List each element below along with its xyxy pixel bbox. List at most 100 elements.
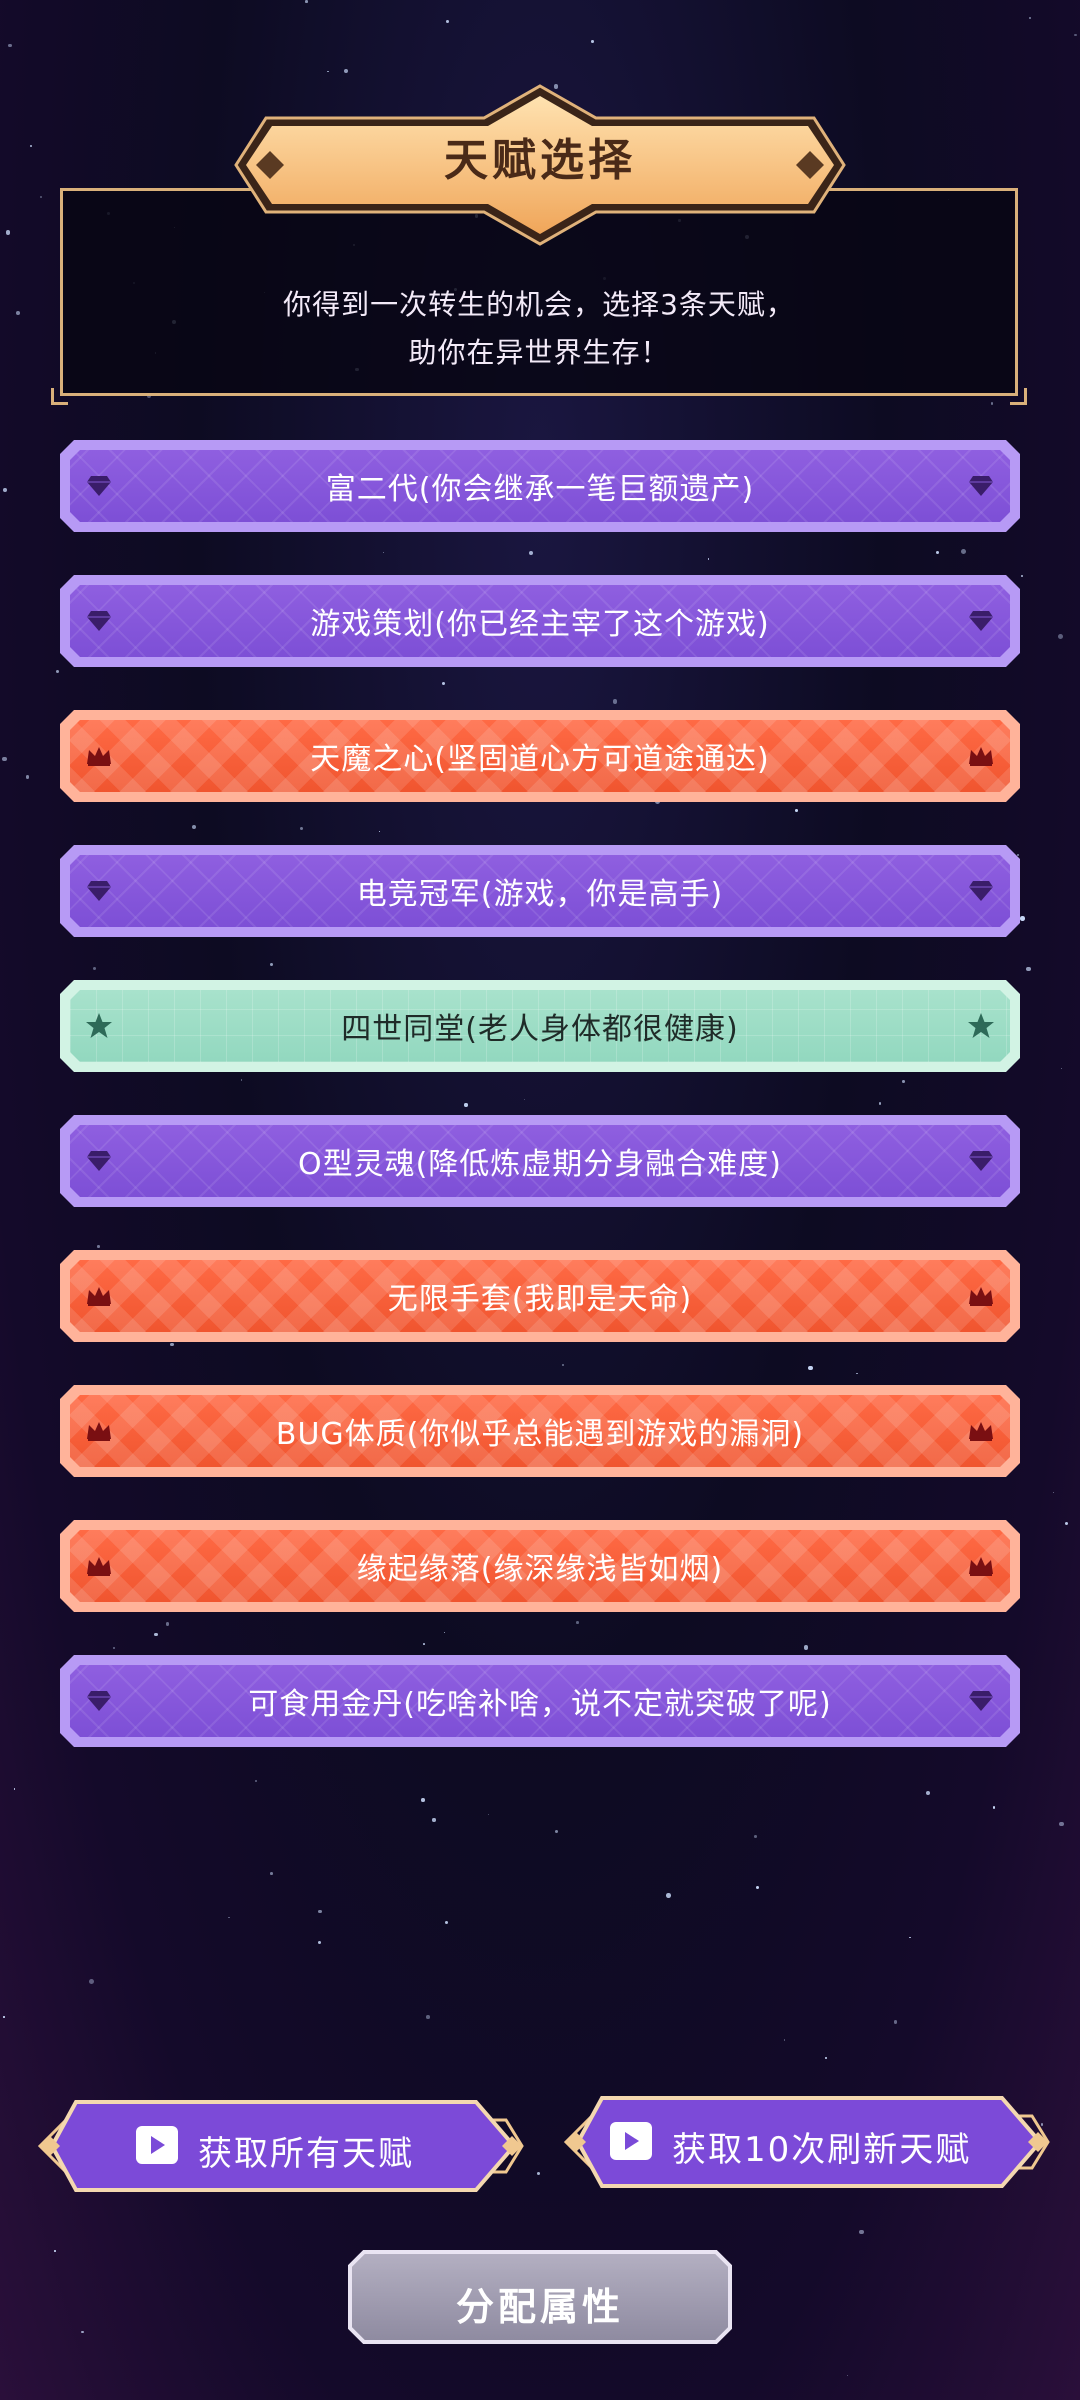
star-dot — [707, 557, 710, 560]
intro-description: 你得到一次转生的机会，选择3条天赋， 助你在异世界生存！ — [63, 281, 1015, 377]
star-dot — [5, 229, 11, 235]
talent-label: 天魔之心(坚固道心方可道途通达) — [310, 742, 770, 777]
crown-icon — [966, 741, 996, 771]
gem-icon — [966, 471, 996, 501]
star-dot — [803, 1645, 809, 1650]
talent-label: 缘起缘落(缘深缘浅皆如烟) — [356, 1552, 724, 1587]
star-dot — [13, 1788, 16, 1790]
star-dot — [1074, 33, 1077, 37]
talent-option[interactable]: 富二代(你会继承一笔巨额遗产) — [60, 440, 1020, 532]
crown-icon — [84, 1416, 114, 1446]
talent-option[interactable]: 游戏策划(你已经主宰了这个游戏) — [60, 575, 1020, 667]
gem-icon — [966, 1146, 996, 1176]
star-dot — [3, 488, 7, 492]
talent-label: 游戏策划(你已经主宰了这个游戏) — [310, 607, 770, 642]
star-dot — [1026, 967, 1031, 972]
title-plate: 天赋选择 — [224, 80, 856, 250]
star-dot — [97, 1245, 100, 1248]
star-dot — [382, 551, 384, 554]
star-dot — [524, 1098, 526, 1100]
star-dot — [856, 1372, 859, 1375]
star-dot — [446, 20, 450, 24]
talent-option[interactable]: 可食用金丹(吃啥补啥，说不定就突破了呢) — [60, 1655, 1020, 1747]
star-dot — [925, 1790, 931, 1796]
star-dot — [795, 809, 798, 813]
star-dot — [8, 43, 12, 48]
intro-line-1: 你得到一次转生的机会，选择3条天赋， — [283, 288, 795, 321]
talent-label: BUG体质(你似乎总能遇到游戏的漏洞) — [275, 1417, 805, 1452]
get-refresh-button[interactable]: 获取10次刷新天赋 — [562, 2090, 1052, 2194]
crown-icon — [84, 1281, 114, 1311]
crown-icon — [84, 1551, 114, 1581]
star-dot — [240, 1079, 243, 1081]
assign-attributes-button[interactable]: 分配属性 — [346, 2248, 734, 2346]
star-dot — [169, 1342, 174, 1347]
star-dot — [3, 2016, 5, 2019]
star-dot — [893, 2020, 897, 2024]
star-dot — [423, 1643, 426, 1646]
star-dot — [318, 1909, 322, 1914]
star-dot — [165, 1621, 170, 1626]
star-dot — [935, 550, 940, 555]
talent-label: 四世同堂(老人身体都很健康) — [341, 1012, 739, 1047]
star-dot — [154, 1633, 158, 1637]
star-dot — [432, 1818, 436, 1822]
star-dot — [591, 40, 595, 43]
star-dot — [112, 1646, 116, 1649]
star-dot — [53, 2250, 56, 2252]
video-play-icon — [136, 2126, 178, 2164]
star-dot — [536, 2171, 541, 2176]
star-dot — [909, 1936, 911, 1939]
star-dot — [442, 681, 446, 685]
star-dot — [961, 548, 967, 554]
gem-icon — [84, 1686, 114, 1716]
star-icon — [84, 1011, 114, 1041]
star-dot — [254, 1780, 257, 1783]
star-dot — [25, 775, 30, 779]
star-dot — [1029, 16, 1032, 19]
star-dot — [344, 69, 349, 74]
talent-option[interactable]: 天魔之心(坚固道心方可道途通达) — [60, 710, 1020, 802]
gem-icon — [84, 876, 114, 906]
star-icon — [966, 1011, 996, 1041]
star-dot — [300, 826, 304, 830]
star-dot — [444, 1920, 449, 1924]
assign-attributes-label: 分配属性 — [455, 2285, 624, 2329]
gem-icon — [84, 606, 114, 636]
talent-label: O型灵魂(降低炼虚期分身融合难度) — [297, 1147, 783, 1182]
gem-icon — [966, 606, 996, 636]
star-dot — [902, 1079, 905, 1083]
star-dot — [29, 145, 32, 148]
star-dot — [754, 1834, 757, 1838]
talent-option[interactable]: 四世同堂(老人身体都很健康) — [60, 980, 1020, 1072]
star-dot — [327, 70, 329, 73]
star-dot — [270, 1872, 274, 1875]
talent-option[interactable]: 无限手套(我即是天命) — [60, 1250, 1020, 1342]
star-dot — [783, 2039, 786, 2041]
gem-icon — [966, 876, 996, 906]
page-title: 天赋选择 — [444, 135, 636, 186]
talent-label: 无限手套(我即是天命) — [387, 1282, 693, 1317]
get-all-talents-label: 获取所有天赋 — [198, 2134, 414, 2174]
talent-option[interactable]: 电竞冠军(游戏，你是高手) — [60, 845, 1020, 937]
talent-option[interactable]: BUG体质(你似乎总能遇到游戏的漏洞) — [60, 1385, 1020, 1477]
star-dot — [81, 2330, 84, 2334]
star-dot — [992, 1806, 996, 1809]
talent-option[interactable]: O型灵魂(降低炼虚期分身融合难度) — [60, 1115, 1020, 1207]
star-dot — [824, 2056, 827, 2059]
talent-option[interactable]: 缘起缘落(缘深缘浅皆如烟) — [60, 1520, 1020, 1612]
star-dot — [305, 0, 308, 3]
star-dot — [487, 1814, 490, 1816]
star-dot — [191, 824, 197, 829]
talent-label: 电竞冠军(游戏，你是高手) — [356, 877, 724, 912]
star-dot — [421, 1798, 425, 1803]
star-dot — [1059, 1821, 1064, 1827]
star-dot — [1020, 915, 1025, 921]
intro-line-2: 助你在异世界生存！ — [408, 336, 670, 369]
gem-icon — [84, 471, 114, 501]
star-dot — [1058, 634, 1064, 640]
star-dot — [666, 1893, 671, 1898]
get-all-talents-button[interactable]: 获取所有天赋 — [36, 2094, 526, 2198]
video-play-icon — [610, 2122, 652, 2160]
gem-icon — [966, 1686, 996, 1716]
